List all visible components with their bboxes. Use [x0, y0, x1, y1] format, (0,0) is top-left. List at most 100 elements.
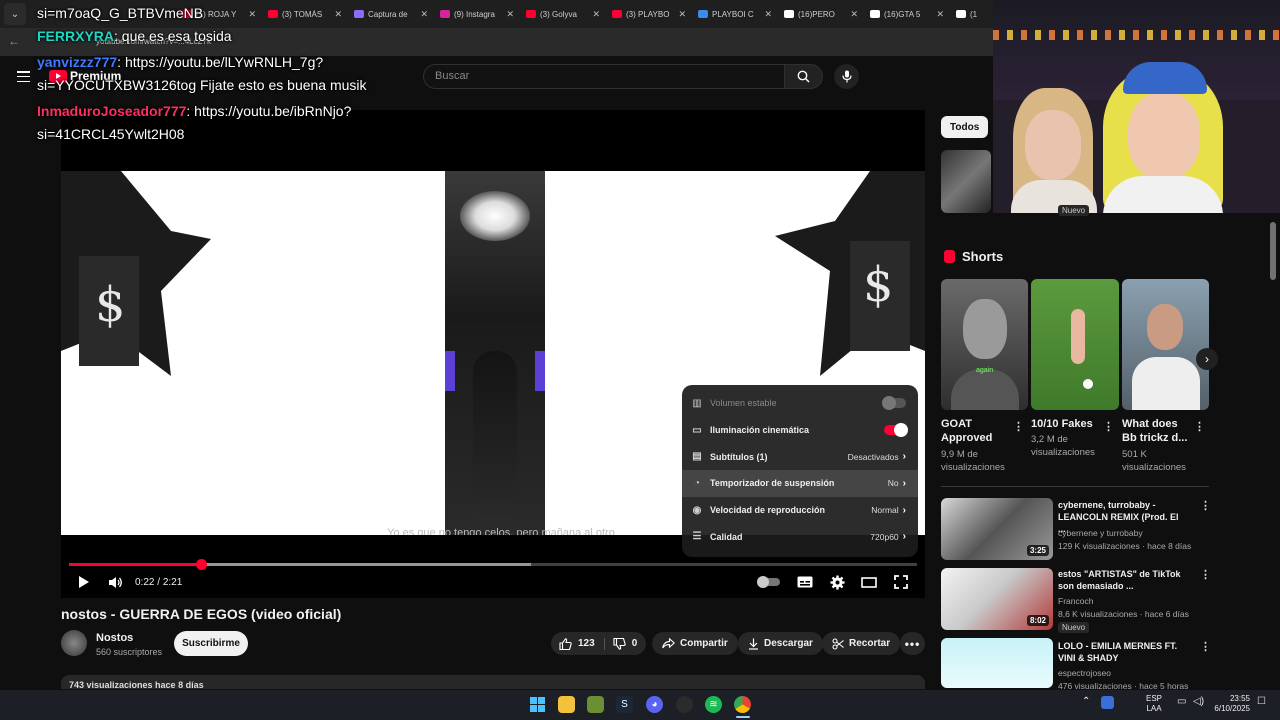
dislike-button[interactable]: 0: [605, 637, 637, 650]
notifications-icon[interactable]: ☐: [1257, 697, 1266, 707]
recommendation-thumbnail[interactable]: 8:02: [941, 568, 1053, 630]
settings-row[interactable]: ◉ Velocidad de reproducción Normal ›: [682, 497, 918, 524]
page-scrollbar[interactable]: [1270, 222, 1276, 280]
short-views: 501 K visualizaciones: [1122, 448, 1186, 474]
recommendation-more-icon[interactable]: ⋮: [1200, 568, 1211, 581]
speaker-icon[interactable]: ◁): [1193, 697, 1204, 707]
settings-toggle[interactable]: [884, 423, 908, 438]
settings-toggle[interactable]: [882, 396, 906, 411]
search-input[interactable]: Buscar: [423, 64, 785, 89]
menu-icon[interactable]: [17, 71, 30, 82]
short-more-icon[interactable]: ⋮: [1103, 420, 1114, 433]
recommendation-channel[interactable]: Francoch: [1058, 595, 1093, 607]
search-button[interactable]: [784, 64, 823, 89]
clip-button[interactable]: Recortar: [822, 632, 901, 655]
discord-icon[interactable]: ◕: [646, 696, 663, 713]
chat-message: si=m7oaQ_G_BTBVmeNB: [37, 2, 367, 25]
browser-tab[interactable]: PLAYBOI C ✕: [692, 0, 778, 28]
spotify-icon[interactable]: ≋: [705, 696, 722, 713]
settings-row[interactable]: ▭ Iluminación cinemática: [682, 417, 918, 444]
short-views-line: 501 K: [1122, 449, 1147, 460]
tab-close-icon[interactable]: ✕: [764, 9, 772, 20]
short-thumbnail[interactable]: again: [941, 279, 1028, 410]
short-thumbnail[interactable]: [1031, 279, 1119, 410]
more-actions-button[interactable]: •••: [900, 632, 925, 655]
description-box[interactable]: 743 visualizaciones hace 8 días: [61, 675, 925, 689]
tab-close-icon[interactable]: ✕: [506, 9, 514, 20]
settings-row[interactable]: ▤ Subtítulos (1) Desactivados ›: [682, 443, 918, 470]
tab-title: (3) PLAYBO: [626, 9, 670, 19]
recommendation-title[interactable]: LOLO - EMILIA MERNES FT. VINI & SHADY: [1058, 640, 1188, 664]
settings-row[interactable]: ▥ Volumen estable: [682, 390, 918, 417]
recommendation-title[interactable]: estos "ARTISTAS" de TikTok son demasiado…: [1058, 568, 1188, 592]
short-more-icon[interactable]: ⋮: [1013, 420, 1024, 433]
chrome-icon[interactable]: [734, 696, 751, 713]
settings-row[interactable]: ◔ Temporizador de suspensión No ›: [682, 470, 918, 497]
share-button[interactable]: Compartir: [652, 632, 738, 655]
recommendation-thumbnail[interactable]: [941, 638, 1053, 688]
time-separator: /: [154, 576, 163, 588]
filter-chip-all[interactable]: Todos: [941, 116, 989, 138]
recommendation-channel[interactable]: espectrojoseo: [1058, 667, 1111, 679]
browser-tab[interactable]: (16)PERO ✕: [778, 0, 864, 28]
tab-close-icon[interactable]: ✕: [850, 9, 858, 20]
browser-tab[interactable]: (3) Golyva ✕: [520, 0, 606, 28]
back-arrow-icon[interactable]: ←: [8, 34, 20, 48]
tab-close-icon[interactable]: ✕: [678, 9, 686, 20]
recommendation-channel[interactable]: cybernene y turrobaby: [1058, 527, 1143, 539]
autoplay-toggle[interactable]: [757, 572, 780, 592]
partial-video-thumbnail[interactable]: [941, 150, 991, 213]
network-icon[interactable]: ▭: [1177, 697, 1186, 707]
tray-app-icon[interactable]: [1101, 696, 1114, 709]
channel-avatar[interactable]: [61, 630, 87, 656]
tab-close-icon[interactable]: ✕: [936, 9, 944, 20]
browser-tab[interactable]: (16)GTA 5 ✕: [864, 0, 950, 28]
tab-favicon-icon: [870, 10, 880, 18]
start-windows-icon[interactable]: [529, 696, 546, 713]
shorts-next-button[interactable]: ›: [1196, 348, 1218, 370]
tab-favicon-icon: [526, 10, 536, 18]
app-icon[interactable]: [587, 696, 604, 713]
short-title[interactable]: What does Bb trickz d...: [1122, 417, 1187, 445]
like-button[interactable]: 123: [559, 637, 605, 650]
video-lyric-text: Yo es que no tengo celos, pero mañana al…: [387, 527, 615, 535]
tab-search-chevron-icon[interactable]: ⌄: [4, 3, 26, 25]
browser-tab[interactable]: (9) Instagra ✕: [434, 0, 520, 28]
short-thumbnail[interactable]: [1122, 279, 1209, 410]
theater-mode-button[interactable]: [861, 572, 877, 592]
share-label: Compartir: [680, 638, 728, 649]
tab-title: (16)PERO: [798, 9, 835, 19]
mute-button[interactable]: [108, 572, 123, 592]
chat-message: InmaduroJoseador777: https://youtu.be/ib…: [37, 100, 367, 146]
play-button[interactable]: [78, 572, 90, 592]
tab-close-icon[interactable]: ✕: [592, 9, 600, 20]
recommendation-more-icon[interactable]: ⋮: [1200, 499, 1211, 512]
download-button[interactable]: Descargar: [738, 632, 823, 655]
subscribe-button[interactable]: Suscribirme: [174, 631, 248, 656]
tab-close-icon[interactable]: ✕: [420, 9, 428, 20]
clock[interactable]: 23:55 6/10/2025: [1212, 694, 1250, 714]
channel-name[interactable]: Nostos: [96, 632, 133, 644]
short-title[interactable]: 10/10 Fakes: [1031, 417, 1093, 431]
tray-overflow-icon[interactable]: ⌃: [1082, 697, 1090, 707]
short-title[interactable]: GOAT Approved: [941, 417, 992, 445]
active-app-indicator: [736, 716, 750, 718]
app-icon-2[interactable]: [676, 696, 693, 713]
settings-row[interactable]: ☰ Calidad 720p60 ›: [682, 523, 918, 550]
short-more-icon[interactable]: ⋮: [1194, 420, 1205, 433]
fullscreen-button[interactable]: [894, 572, 908, 592]
progress-bar[interactable]: [69, 559, 917, 570]
settings-button[interactable]: [830, 572, 845, 592]
recommendation-thumbnail[interactable]: 3:25: [941, 498, 1053, 560]
recommendation-more-icon[interactable]: ⋮: [1200, 640, 1211, 653]
browser-tab[interactable]: (3) PLAYBO ✕: [606, 0, 692, 28]
language-indicator[interactable]: ESP LAA: [1146, 694, 1162, 714]
chat-username: yanvizzz777: [37, 54, 118, 70]
progress-scrubber-handle[interactable]: [196, 559, 208, 570]
file-explorer-icon[interactable]: [558, 696, 575, 713]
subtitles-button[interactable]: [797, 572, 813, 592]
clock-date: 6/10/2025: [1214, 704, 1250, 713]
voice-search-button[interactable]: [834, 64, 859, 89]
steam-icon[interactable]: S: [616, 696, 633, 713]
video-player[interactable]: $ $ Yo es que no tengo celos, pero mañan…: [61, 110, 925, 598]
